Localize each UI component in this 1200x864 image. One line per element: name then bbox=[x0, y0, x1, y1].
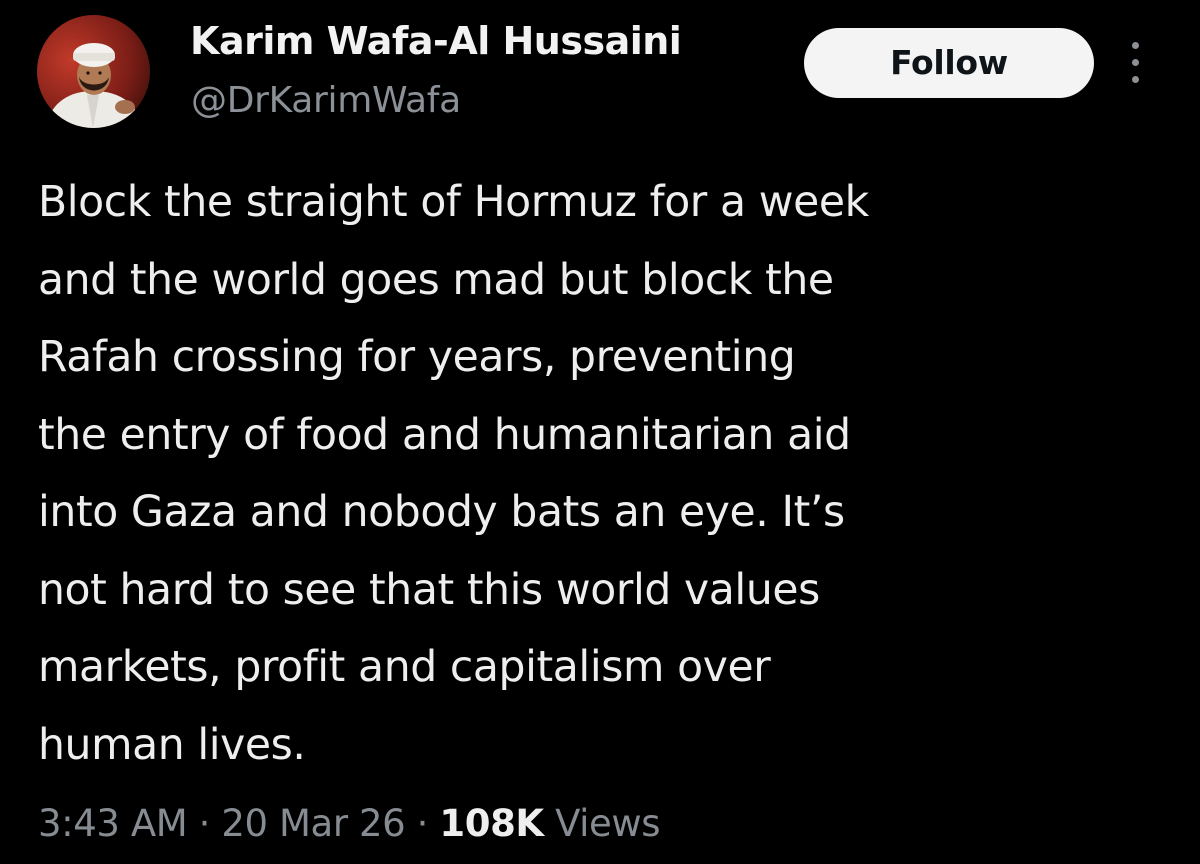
tweet-text-line: human lives. bbox=[38, 720, 306, 770]
tweet-text-line: Block the straight of Hormuz for a week bbox=[38, 178, 869, 227]
tweet-text-line: into Gaza and nobody bats an eye. It’s bbox=[38, 488, 845, 537]
meta-separator: · bbox=[405, 802, 440, 845]
tweet-meta: 3:43 AM · 20 Mar 26 · 108K Views bbox=[38, 797, 661, 851]
tweet-text-line: Rafah crossing for years, preventing bbox=[38, 333, 796, 382]
more-dot bbox=[1132, 42, 1139, 49]
author-display-name[interactable]: Karim Wafa-Al Hussaini bbox=[190, 16, 682, 66]
meta-separator: · bbox=[187, 802, 222, 845]
more-dot bbox=[1132, 76, 1139, 83]
author-handle[interactable]: @DrKarimWafa bbox=[191, 78, 461, 124]
tweet-text-line: not hard to see that this world values bbox=[38, 565, 820, 615]
tweet-card: Karim Wafa-Al Hussaini @DrKarimWafa Foll… bbox=[0, 0, 1200, 864]
views-label: Views bbox=[555, 802, 661, 845]
tweet-text-line: and the world goes mad but block the bbox=[38, 255, 834, 305]
avatar[interactable] bbox=[37, 15, 150, 128]
more-vertical-icon[interactable] bbox=[1124, 40, 1148, 86]
tweet-text-line: markets, profit and capitalism over bbox=[38, 643, 771, 692]
more-dot bbox=[1132, 59, 1139, 66]
views-count: 108K bbox=[439, 802, 544, 845]
tweet-time[interactable]: 3:43 AM bbox=[38, 802, 188, 845]
tweet-text-line: the entry of food and humanitarian aid bbox=[38, 410, 851, 460]
avatar-image bbox=[37, 15, 150, 128]
tweet-date[interactable]: 20 Mar 26 bbox=[221, 802, 405, 845]
follow-button[interactable]: Follow bbox=[804, 28, 1094, 98]
tweet-text: Block the straight of Hormuz for a week … bbox=[38, 164, 1158, 784]
